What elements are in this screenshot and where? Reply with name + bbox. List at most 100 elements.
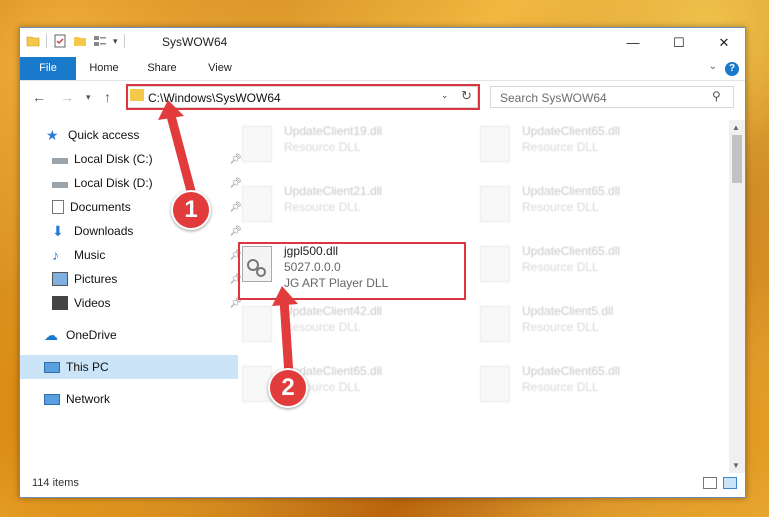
network-icon	[44, 393, 60, 405]
new-folder-icon[interactable]	[73, 34, 87, 48]
dll-file-icon	[480, 246, 510, 282]
file-name: UpdateClient5.dll	[522, 304, 614, 318]
file-type: Resource DLL	[284, 320, 361, 334]
file-item[interactable]: UpdateClient65.dll Resource DLL	[474, 240, 692, 294]
details-view-icon[interactable]	[703, 477, 717, 489]
scroll-up-icon[interactable]: ▲	[732, 123, 740, 132]
divider	[123, 34, 125, 48]
computer-icon	[44, 361, 60, 373]
sidebar-item-label: Music	[74, 248, 106, 262]
scroll-down-icon[interactable]: ▼	[732, 461, 740, 470]
file-type: Resource DLL	[522, 320, 599, 334]
sidebar-item-label: Network	[66, 392, 111, 406]
file-name: UpdateClient42.dll	[284, 304, 383, 318]
file-name: UpdateClient65.dll	[522, 364, 621, 378]
file-name: UpdateClient65.dll	[522, 184, 621, 198]
file-item[interactable]: UpdateClient65.dll Resource DLL	[474, 120, 692, 174]
quick-access-toolbar: ▾	[26, 34, 125, 48]
dll-file-icon	[480, 126, 510, 162]
music-icon: ♪	[52, 247, 59, 263]
tab-view[interactable]: View	[198, 57, 242, 80]
dll-file-icon	[242, 186, 272, 222]
file-item[interactable]: UpdateClient42.dll Resource DLL	[236, 300, 454, 354]
file-type: Resource DLL	[522, 260, 599, 274]
file-item[interactable]: UpdateClient65.dll Resource DLL	[474, 180, 692, 234]
documents-icon	[52, 200, 64, 214]
view-options-icon[interactable]	[93, 34, 107, 48]
sidebar-item-label: Videos	[74, 296, 111, 310]
file-type: Resource DLL	[522, 140, 599, 154]
dll-file-icon	[242, 126, 272, 162]
up-arrow-icon[interactable]: ↑	[104, 89, 111, 105]
status-bar: 114 items	[20, 473, 745, 497]
close-button[interactable]: ✕	[701, 28, 747, 57]
annotation-badge-2: 2	[268, 368, 308, 408]
sidebar-item-label: Local Disk (D:)	[74, 176, 153, 190]
sidebar-item-label: This PC	[66, 360, 109, 374]
file-type: Resource DLL	[284, 200, 361, 214]
sidebar-item-local-disk-d[interactable]: Local Disk (D:) 📌︎	[20, 171, 246, 195]
sidebar-item-label: Quick access	[68, 128, 140, 142]
sidebar-item-label: Local Disk (C:)	[74, 152, 153, 166]
sidebar-item-onedrive[interactable]: ☁ OneDrive	[20, 323, 238, 347]
dll-file-icon	[480, 306, 510, 342]
minimize-button[interactable]: —	[610, 28, 656, 57]
sidebar-item-downloads[interactable]: ⬇ Downloads 📌︎	[20, 219, 246, 243]
file-type: Resource DLL	[284, 140, 361, 154]
sidebar-item-music[interactable]: ♪ Music 📌︎	[20, 243, 246, 267]
tab-share[interactable]: Share	[140, 57, 184, 80]
properties-icon[interactable]	[53, 34, 67, 48]
file-name: UpdateClient65.dll	[522, 124, 621, 138]
item-count: 114 items	[32, 477, 79, 489]
drive-icon	[52, 182, 68, 188]
sidebar-item-label: Pictures	[74, 272, 118, 286]
file-highlight-box	[238, 242, 466, 300]
sidebar-item-network[interactable]: Network	[20, 387, 238, 411]
sidebar-item-label: Downloads	[74, 224, 134, 238]
explorer-window: ▾ SysWOW64 — ☐ ✕ File Home Share View ⌄ …	[19, 27, 746, 498]
title-bar: ▾ SysWOW64 — ☐ ✕	[20, 28, 745, 57]
sidebar-item-quick-access[interactable]: ★ Quick access	[20, 123, 240, 147]
pictures-icon	[52, 272, 68, 286]
address-highlight-box	[126, 84, 480, 110]
star-icon: ★	[46, 127, 59, 143]
tiles-view-icon[interactable]	[723, 477, 737, 489]
sidebar-item-documents[interactable]: Documents 📌︎	[20, 195, 246, 219]
file-name: UpdateClient65.dll	[522, 244, 621, 258]
sidebar-item-this-pc[interactable]: This PC	[20, 355, 238, 379]
file-name: UpdateClient19.dll	[284, 124, 383, 138]
file-item[interactable]: UpdateClient65.dll Resource DLL	[474, 360, 692, 414]
back-arrow-icon[interactable]: ←	[32, 89, 46, 105]
sidebar-item-videos[interactable]: Videos 📌︎	[20, 291, 246, 315]
search-icon[interactable]: ⚲	[712, 89, 721, 103]
file-item[interactable]: UpdateClient19.dll Resource DLL	[236, 120, 454, 174]
search-placeholder: Search SysWOW64	[500, 91, 607, 105]
folder-icon	[26, 36, 40, 47]
sidebar-item-local-disk-c[interactable]: Local Disk (C:) 📌︎	[20, 147, 246, 171]
maximize-button[interactable]: ☐	[656, 28, 702, 57]
annotation-badge-1: 1	[171, 190, 211, 230]
sidebar-item-pictures[interactable]: Pictures 📌︎	[20, 267, 246, 291]
tab-home[interactable]: Home	[82, 57, 126, 80]
file-list: UpdateClient19.dll Resource DLL UpdateCl…	[220, 120, 729, 473]
ribbon-tabs: File Home Share View ⌄ ?	[20, 57, 745, 81]
cloud-icon: ☁	[44, 327, 58, 343]
customize-dropdown-icon[interactable]: ▾	[113, 36, 118, 47]
vertical-scrollbar[interactable]: ▲ ▼	[729, 120, 745, 473]
help-icon[interactable]: ?	[725, 62, 739, 76]
dll-file-icon	[480, 186, 510, 222]
view-toggle	[703, 477, 737, 489]
file-item[interactable]: UpdateClient5.dll Resource DLL	[474, 300, 692, 354]
tab-file[interactable]: File	[20, 57, 76, 80]
recent-locations-icon[interactable]: ▾	[86, 92, 91, 103]
drive-icon	[52, 158, 68, 164]
forward-arrow-icon[interactable]: →	[60, 89, 74, 105]
file-name: UpdateClient21.dll	[284, 184, 383, 198]
scrollbar-thumb[interactable]	[732, 135, 742, 183]
expand-ribbon-icon[interactable]: ⌄	[709, 61, 717, 72]
downloads-icon: ⬇	[52, 223, 64, 239]
dll-file-icon	[480, 366, 510, 402]
sidebar-item-label: Documents	[70, 200, 131, 214]
file-type: Resource DLL	[522, 200, 599, 214]
file-item[interactable]: UpdateClient21.dll Resource DLL	[236, 180, 454, 234]
